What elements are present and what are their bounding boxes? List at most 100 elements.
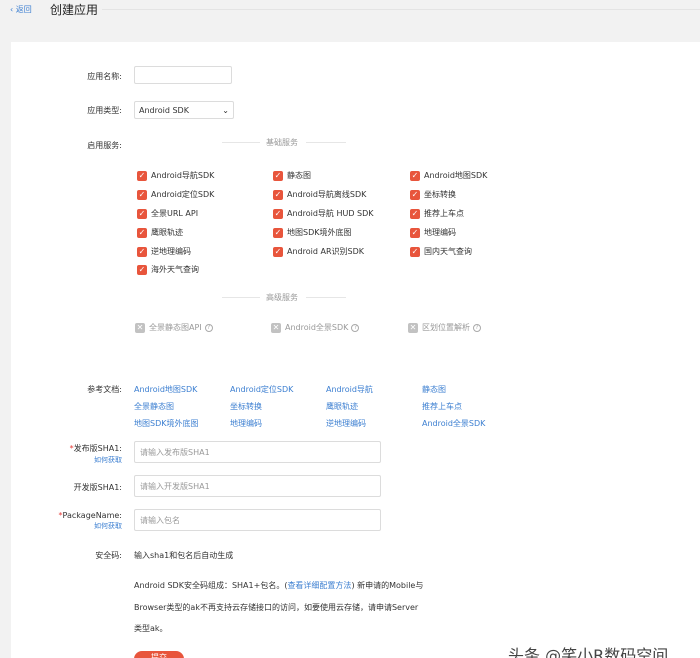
release-sha1-input[interactable]: 请输入发布版SHA1 xyxy=(134,441,381,463)
basic-service-checkbox[interactable]: ✓ 坐标转换 xyxy=(410,189,456,200)
basic-service-label: 坐标转换 xyxy=(424,190,456,199)
back-link[interactable]: ‹ 返回 xyxy=(10,4,32,15)
doc-link[interactable]: 全景静态图 xyxy=(134,401,174,412)
app-name-label: 应用名称: xyxy=(87,72,122,81)
note-line-3: 类型ak。 xyxy=(134,624,168,633)
basic-service-checkbox[interactable]: ✓ 地理编码 xyxy=(410,227,456,238)
basic-service-checkbox[interactable]: ✓ 静态图 xyxy=(273,170,311,181)
package-help-link[interactable]: 如何获取 xyxy=(12,521,122,531)
config-method-link[interactable]: 查看详细配置方法 xyxy=(287,581,351,590)
security-code-value: 输入sha1和包名后自动生成 xyxy=(134,551,234,560)
basic-service-label: Android地图SDK xyxy=(424,171,488,180)
note-line-1-a: Android SDK安全码组成：SHA1+包名。( xyxy=(134,581,288,590)
app-type-select[interactable]: Android SDK ⌄ xyxy=(134,101,234,119)
services-label: 启用服务: xyxy=(87,141,122,150)
back-label: 返回 xyxy=(15,5,32,14)
advanced-service-checkbox: ✕ 全景静态图API? xyxy=(135,322,213,333)
doc-link[interactable]: 坐标转换 xyxy=(230,401,262,412)
dev-sha1-input[interactable]: 请输入开发版SHA1 xyxy=(134,475,381,497)
basic-service-checkbox[interactable]: ✓ 鹰眼轨迹 xyxy=(137,227,183,238)
basic-service-checkbox[interactable]: ✓ 逆地理编码 xyxy=(137,246,191,257)
doc-link[interactable]: 地图SDK境外底图 xyxy=(134,418,198,429)
advanced-service-label: Android全景SDK xyxy=(285,323,349,332)
checkbox-checked-icon: ✓ xyxy=(137,189,147,200)
basic-service-label: 全景URL API xyxy=(151,209,199,218)
chevron-down-icon: ⌄ xyxy=(222,105,229,115)
help-icon[interactable]: ? xyxy=(473,323,481,332)
basic-service-checkbox[interactable]: ✓ Android导航 HUD SDK xyxy=(273,208,374,219)
basic-service-checkbox[interactable]: ✓ 全景URL API xyxy=(137,208,198,219)
security-code-label: 安全码: xyxy=(95,551,122,560)
help-icon[interactable]: ? xyxy=(204,323,213,332)
app-name-input[interactable] xyxy=(134,66,232,84)
basic-service-checkbox[interactable]: ✓ Android定位SDK xyxy=(137,189,214,200)
doc-link[interactable]: Android定位SDK xyxy=(230,384,293,395)
checkbox-checked-icon: ✓ xyxy=(410,189,420,200)
doc-link[interactable]: Android导航 xyxy=(326,384,373,395)
checkbox-checked-icon: ✓ xyxy=(273,246,283,257)
basic-service-label: 地理编码 xyxy=(424,228,456,237)
release-sha1-label-text: 发布版SHA1: xyxy=(73,444,122,453)
note-line-1: Android SDK安全码组成：SHA1+包名。(查看详细配置方法) 新申请的… xyxy=(134,580,423,591)
basic-service-checkbox[interactable]: ✓ 地图SDK境外底图 xyxy=(273,227,351,238)
package-name-input[interactable]: 请输入包名 xyxy=(134,509,381,531)
checkbox-checked-icon: ✓ xyxy=(273,227,283,238)
checkbox-checked-icon: ✓ xyxy=(137,227,147,238)
checkbox-checked-icon: ✓ xyxy=(137,264,147,275)
basic-service-label: 国内天气查询 xyxy=(424,247,472,256)
package-name-label-text: PackageName: xyxy=(62,511,122,520)
release-sha1-help-link[interactable]: 如何获取 xyxy=(12,455,122,465)
basic-service-label: 鹰眼轨迹 xyxy=(151,228,183,237)
basic-services-divider: 基础服务 xyxy=(222,137,346,147)
basic-service-label: 地图SDK境外底图 xyxy=(287,228,352,237)
checkbox-checked-icon: ✓ xyxy=(410,246,420,257)
checkbox-checked-icon: ✓ xyxy=(273,208,283,219)
checkbox-disabled-icon: ✕ xyxy=(135,322,145,333)
basic-service-label: 逆地理编码 xyxy=(151,247,191,256)
advanced-services-divider: 高级服务 xyxy=(222,292,346,302)
dev-sha1-label: 开发版SHA1: xyxy=(73,483,122,492)
app-type-label: 应用类型: xyxy=(87,106,122,115)
doc-link[interactable]: 推荐上车点 xyxy=(422,401,462,412)
basic-service-label: Android AR识别SDK xyxy=(287,247,364,256)
doc-link[interactable]: Android地图SDK xyxy=(134,384,197,395)
basic-service-checkbox[interactable]: ✓ 推荐上车点 xyxy=(410,208,464,219)
basic-services-heading: 基础服务 xyxy=(266,138,298,147)
basic-service-checkbox[interactable]: ✓ Android AR识别SDK xyxy=(273,246,364,257)
advanced-service-label: 区划位置解析 xyxy=(422,323,470,332)
basic-service-label: 静态图 xyxy=(287,171,311,180)
checkbox-checked-icon: ✓ xyxy=(410,227,420,238)
doc-link[interactable]: Android全景SDK xyxy=(422,418,485,429)
basic-service-label: 海外天气查询 xyxy=(151,265,199,274)
doc-link[interactable]: 静态图 xyxy=(422,384,446,395)
basic-service-checkbox[interactable]: ✓ Android导航离线SDK xyxy=(273,189,366,200)
help-icon[interactable]: ? xyxy=(351,323,360,332)
checkbox-disabled-icon: ✕ xyxy=(271,322,281,333)
basic-service-label: Android导航 HUD SDK xyxy=(287,209,374,218)
watermark: 头条 @笑小R数码空间 xyxy=(508,646,669,658)
page-title: 创建应用 xyxy=(50,3,99,17)
checkbox-disabled-icon: ✕ xyxy=(408,322,418,333)
submit-button[interactable]: 提交 xyxy=(134,651,184,658)
top-bar: ‹ 返回 创建应用 xyxy=(0,0,700,26)
release-sha1-label: *发布版SHA1: 如何获取 xyxy=(12,443,122,465)
basic-service-label: 推荐上车点 xyxy=(424,209,464,218)
basic-service-label: Android导航SDK xyxy=(151,171,215,180)
form-card xyxy=(11,42,700,658)
doc-link[interactable]: 逆地理编码 xyxy=(326,418,366,429)
checkbox-checked-icon: ✓ xyxy=(273,170,283,181)
advanced-service-label: 全景静态图API xyxy=(149,323,202,332)
basic-service-checkbox[interactable]: ✓ 海外天气查询 xyxy=(137,264,199,275)
advanced-service-checkbox: ✕ 区划位置解析? xyxy=(408,322,481,333)
basic-service-checkbox[interactable]: ✓ Android导航SDK xyxy=(137,170,214,181)
basic-service-checkbox[interactable]: ✓ 国内天气查询 xyxy=(410,246,472,257)
app-type-value: Android SDK xyxy=(139,105,189,115)
basic-service-checkbox[interactable]: ✓ Android地图SDK xyxy=(410,170,487,181)
checkbox-checked-icon: ✓ xyxy=(410,170,420,181)
checkbox-checked-icon: ✓ xyxy=(137,246,147,257)
checkbox-checked-icon: ✓ xyxy=(410,208,420,219)
doc-link[interactable]: 鹰眼轨迹 xyxy=(326,401,358,412)
checkbox-checked-icon: ✓ xyxy=(273,189,283,200)
doc-link[interactable]: 地理编码 xyxy=(230,418,262,429)
checkbox-checked-icon: ✓ xyxy=(137,208,147,219)
